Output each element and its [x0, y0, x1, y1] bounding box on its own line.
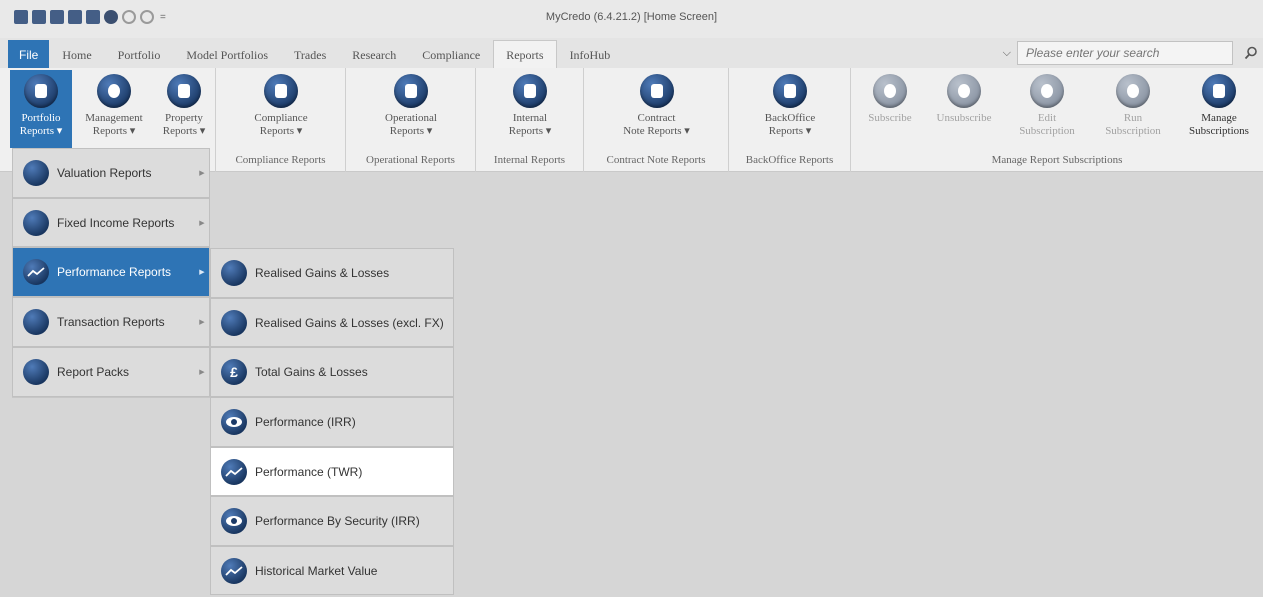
- document-icon: [639, 74, 674, 108]
- menu-item-performance-twr[interactable]: Performance (TWR): [210, 447, 454, 496]
- document-icon: [23, 309, 49, 335]
- menu-item-performance-irr[interactable]: Performance (IRR): [210, 397, 454, 447]
- group-label-internal: Internal Reports: [493, 154, 566, 166]
- submenu-arrow-icon: ▶: [199, 319, 205, 326]
- management-reports-button[interactable]: Management Reports ▾: [74, 74, 154, 138]
- property-reports-button[interactable]: Property Reports ▾: [154, 74, 214, 138]
- performance-chart-icon: [221, 557, 247, 584]
- ribbon-group-subscriptions: Subscribe Unsubscribe Edit Subscription …: [851, 68, 1263, 172]
- contract-note-reports-button[interactable]: Contract Note Reports ▾: [594, 74, 719, 138]
- portfolio-reports-button[interactable]: Portfolio Reports ▾: [10, 70, 72, 148]
- manage-subscriptions-button[interactable]: Manage Subscriptions: [1177, 74, 1261, 138]
- menu-item-performance-reports[interactable]: Performance Reports ▶: [12, 247, 210, 297]
- edit-subscription-button[interactable]: Edit Subscription: [1007, 74, 1087, 138]
- group-label-backoffice: BackOffice Reports: [745, 154, 834, 166]
- group-label-contract-note: Contract Note Reports: [606, 154, 706, 166]
- submenu-arrow-icon: ▶: [199, 219, 205, 227]
- performance-chart-icon: [23, 259, 49, 285]
- internal-reports-button[interactable]: Internal Reports ▾: [480, 74, 580, 138]
- tab-trades[interactable]: Trades: [281, 40, 339, 68]
- menu-item-transaction-reports[interactable]: Transaction Reports ▶: [12, 297, 210, 347]
- clock-remove-icon: [947, 74, 981, 108]
- group-label-subscriptions: Manage Report Subscriptions: [991, 154, 1123, 166]
- document-icon: [264, 74, 298, 108]
- eye-icon: [221, 409, 247, 435]
- group-label-compliance: Compliance Reports: [235, 154, 326, 166]
- property-icon: [167, 74, 201, 108]
- tag-icon: [221, 260, 247, 286]
- menu-item-fixed-income-reports[interactable]: Fixed Income Reports ▶: [12, 198, 210, 247]
- briefcase-icon: [23, 359, 49, 385]
- ribbon-group-contract-note: Contract Note Reports ▾ Contract Note Re…: [584, 68, 729, 172]
- subscribe-button[interactable]: Subscribe: [857, 74, 923, 125]
- person-icon: [97, 74, 131, 108]
- portfolio-reports-menu: Valuation Reports ▶ Fixed Income Reports…: [12, 148, 210, 398]
- tag-icon: [221, 309, 247, 336]
- briefcase-icon: [513, 74, 547, 108]
- operational-reports-button[interactable]: Operational Reports ▾: [356, 74, 466, 138]
- search-icon[interactable]: [1239, 41, 1263, 65]
- menu-bar: File Home Portfolio Model Portfolios Tra…: [0, 38, 1263, 68]
- tab-research[interactable]: Research: [339, 40, 409, 68]
- search-input[interactable]: [1017, 41, 1233, 65]
- document-icon: [394, 74, 428, 108]
- title-bar: = MyCredo (6.4.21.2) [Home Screen]: [0, 0, 1263, 38]
- tab-home[interactable]: Home: [49, 40, 104, 68]
- menu-item-realised-gains-losses-excl-fx[interactable]: Realised Gains & Losses (excl. FX): [210, 298, 454, 347]
- group-label-operational: Operational Reports: [366, 154, 455, 166]
- eye-icon: [221, 508, 247, 534]
- manage-subscriptions-icon: [1202, 74, 1236, 108]
- pound-icon: £: [221, 359, 247, 385]
- search-area: ⌵: [1003, 41, 1263, 65]
- menu-item-realised-gains-losses[interactable]: Realised Gains & Losses: [210, 248, 454, 298]
- menu-item-performance-by-security-irr[interactable]: Performance By Security (IRR): [210, 496, 454, 546]
- run-subscription-button[interactable]: Run Subscription: [1093, 74, 1173, 138]
- edit-icon: [1030, 74, 1064, 108]
- tab-portfolio[interactable]: Portfolio: [105, 40, 174, 68]
- submenu-arrow-icon: ▶: [199, 269, 205, 276]
- unsubscribe-button[interactable]: Unsubscribe: [925, 74, 1003, 125]
- submenu-arrow-icon: ▶: [199, 170, 205, 177]
- briefcase-icon: [23, 160, 49, 186]
- menu-item-report-packs[interactable]: Report Packs ▶: [12, 347, 210, 397]
- performance-reports-submenu: Realised Gains & Losses Realised Gains &…: [210, 248, 454, 595]
- run-icon: [1116, 74, 1150, 108]
- briefcase-icon: [23, 209, 49, 236]
- tab-infohub[interactable]: InfoHub: [557, 40, 624, 68]
- clock-icon: [873, 74, 907, 108]
- ribbon-group-operational: Operational Reports ▾ Operational Report…: [346, 68, 476, 172]
- tab-compliance[interactable]: Compliance: [409, 40, 493, 68]
- document-icon: [773, 74, 807, 108]
- ribbon-group-backoffice: BackOffice Reports ▾ BackOffice Reports: [729, 68, 851, 172]
- submenu-arrow-icon: ▶: [199, 369, 205, 376]
- ribbon-group-internal: Internal Reports ▾ Internal Reports: [476, 68, 584, 172]
- menu-item-total-gains-losses[interactable]: £ Total Gains & Losses: [210, 347, 454, 397]
- ribbon-group-compliance: Compliance Reports ▾ Compliance Reports: [216, 68, 346, 172]
- tab-model-portfolios[interactable]: Model Portfolios: [173, 40, 281, 68]
- menu-item-valuation-reports[interactable]: Valuation Reports ▶: [12, 148, 210, 198]
- performance-chart-icon: [221, 458, 247, 485]
- window-title: MyCredo (6.4.21.2) [Home Screen]: [545, 11, 718, 23]
- tab-reports[interactable]: Reports: [493, 40, 557, 68]
- briefcase-icon: [24, 74, 58, 108]
- backoffice-reports-button[interactable]: BackOffice Reports ▾: [735, 74, 845, 138]
- compliance-reports-button[interactable]: Compliance Reports ▾: [226, 74, 336, 138]
- menu-item-historical-market-value[interactable]: Historical Market Value: [210, 546, 454, 595]
- chevron-down-icon[interactable]: ⌵: [1003, 47, 1011, 60]
- tab-file[interactable]: File: [8, 40, 50, 68]
